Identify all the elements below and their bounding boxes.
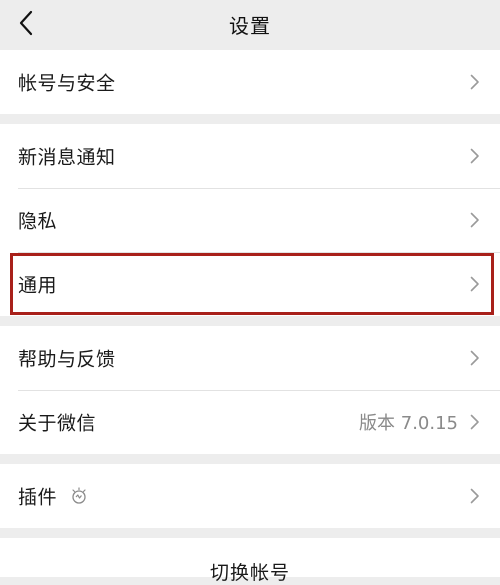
- switch-account-button[interactable]: 切换帐号: [0, 538, 500, 584]
- bulb-icon: [70, 487, 88, 505]
- settings-item-privacy[interactable]: 隐私: [0, 188, 500, 252]
- settings-item-general[interactable]: 通用: [0, 252, 500, 316]
- chevron-right-icon: [470, 488, 480, 504]
- settings-item-account-security[interactable]: 帐号与安全: [0, 50, 500, 114]
- settings-group-about: 帮助与反馈 关于微信 版本 7.0.15: [0, 326, 500, 454]
- chevron-right-icon: [470, 212, 480, 228]
- settings-item-label: 帮助与反馈: [18, 348, 116, 371]
- settings-item-new-message-notification[interactable]: 新消息通知: [0, 124, 500, 188]
- settings-item-label: 帐号与安全: [18, 72, 116, 95]
- settings-item-about-wechat[interactable]: 关于微信 版本 7.0.15: [0, 390, 500, 454]
- switch-account-label: 切换帐号: [209, 562, 290, 584]
- chevron-right-icon: [470, 148, 480, 164]
- version-value: 版本 7.0.15: [359, 413, 458, 434]
- settings-group-plugins: 插件: [0, 464, 500, 528]
- chevron-right-icon: [470, 74, 480, 90]
- settings-item-label: 插件: [18, 486, 58, 509]
- settings-item-label: 关于微信: [18, 412, 97, 435]
- settings-group-account: 帐号与安全: [0, 50, 500, 114]
- chevron-right-icon: [470, 414, 480, 430]
- settings-item-label: 通用: [18, 274, 58, 297]
- highlight-box: [10, 253, 494, 315]
- page-title: 设置: [229, 14, 271, 38]
- settings-item-help-feedback[interactable]: 帮助与反馈: [0, 326, 500, 390]
- settings-item-plugins[interactable]: 插件: [0, 464, 500, 528]
- navigation-bar: 设置: [0, 0, 500, 48]
- chevron-right-icon: [470, 350, 480, 366]
- settings-item-label: 隐私: [18, 210, 58, 233]
- chevron-right-icon: [470, 276, 480, 292]
- settings-item-label: 新消息通知: [18, 146, 116, 169]
- settings-group-preferences: 新消息通知 隐私 通用: [0, 124, 500, 316]
